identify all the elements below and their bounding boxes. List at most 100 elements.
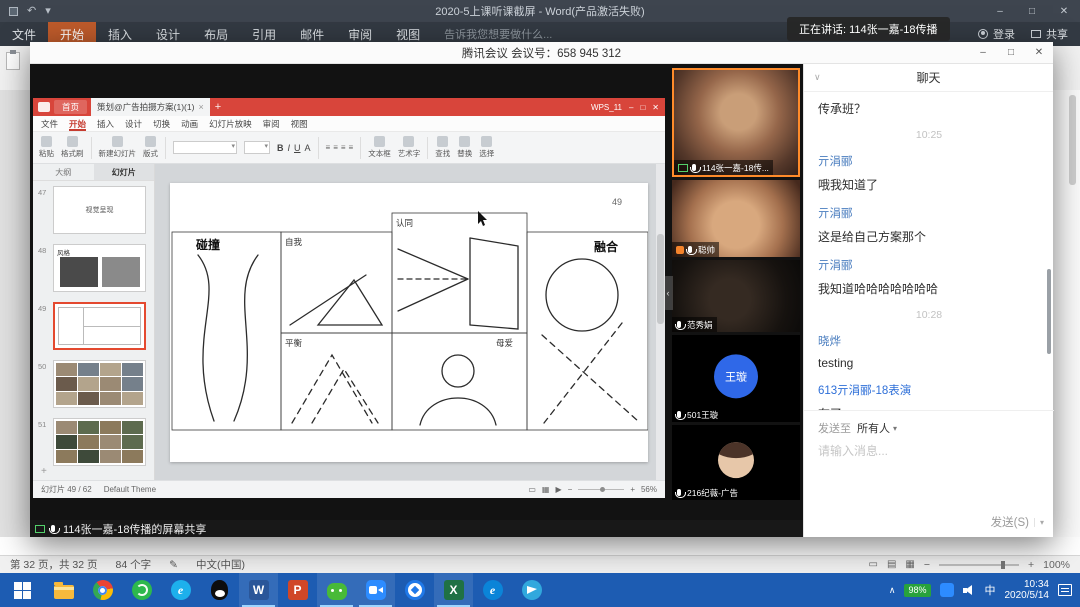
- wps-find-button: 查找: [435, 136, 450, 159]
- select-icon: [481, 136, 492, 147]
- chat-sender: 亓涓郦: [818, 153, 1040, 169]
- taskbar-file-explorer[interactable]: [44, 573, 83, 607]
- slide-thumb-48: 48 风格: [33, 244, 155, 296]
- clipboard-icon: [6, 52, 20, 70]
- meeting-window: 腾讯会议 会议号：658 945 312 – □ ✕ 首页 策划@广告拍摄方案(…: [30, 42, 1053, 537]
- qat-customize-icon[interactable]: ▾: [45, 6, 51, 17]
- chat-sender: 亓涓郦: [818, 205, 1040, 221]
- meeting-maximize-button[interactable]: □: [997, 42, 1025, 63]
- wps-normal-view-icon: ▭: [528, 485, 536, 494]
- participant-video-2[interactable]: 聪帅: [672, 180, 800, 257]
- taskbar-tencent-meeting[interactable]: [356, 573, 395, 607]
- wps-zoom-slider: [578, 489, 624, 490]
- participant-video-1-speaking[interactable]: 114张一嘉-18传...: [672, 68, 800, 177]
- taskbar-360-browser[interactable]: [122, 573, 161, 607]
- undo-icon[interactable]: ↶: [27, 6, 36, 17]
- chat-collapse-button[interactable]: ∨: [814, 64, 821, 91]
- login-button[interactable]: 登录: [978, 26, 1015, 42]
- wps-zoom-out-icon: −: [568, 485, 573, 494]
- word-status-bar: 第 32 页，共 32 页 84 个字 ✎ 中文(中国) ▭ ▤ ▦ − + 1…: [0, 555, 1080, 573]
- battery-indicator[interactable]: 98%: [904, 584, 930, 597]
- language-indicator[interactable]: 中文(中国): [196, 557, 245, 572]
- tray-expand-button[interactable]: ∧: [889, 585, 896, 596]
- wps-format-painter-button: 格式刷: [61, 136, 84, 159]
- share-banner-text: 114张一嘉-18传播的屏幕共享: [63, 521, 206, 537]
- slide-scrollbar: [656, 164, 665, 480]
- wps-menu-transition: 切换: [153, 118, 170, 130]
- mic-icon: [677, 321, 681, 328]
- slide-thumb-50: 50: [33, 360, 155, 412]
- participant-video-4[interactable]: 王璇 501王璇: [672, 335, 800, 422]
- chat-scrollbar[interactable]: [1047, 269, 1051, 354]
- send-button[interactable]: 发送(S)▾: [991, 514, 1044, 530]
- chat-panel: ∨ 聊天 传承班？ 10:25 亓涓郦 哦我知道了 亓涓郦 这是给自己方案那个 …: [803, 64, 1053, 537]
- wps-menu-bar: 文件 开始 插入 设计 切换 动画 幻灯片放映 审阅 视图: [33, 116, 665, 132]
- mic-icon: [677, 489, 681, 496]
- wordart-icon: [403, 136, 414, 147]
- self-sketch: [290, 275, 366, 325]
- chat-message: 我知道哈哈哈哈哈哈哈: [818, 280, 1040, 297]
- paragraph-align-buttons: ≡≡≡≡: [326, 143, 354, 152]
- zoom-in-button[interactable]: +: [1028, 559, 1034, 571]
- chat-timestamp: 10:28: [818, 309, 1040, 321]
- taskbar-powerpoint[interactable]: P: [278, 573, 317, 607]
- save-icon[interactable]: [9, 7, 18, 16]
- word-scrollbar[interactable]: [1069, 95, 1076, 185]
- send-to-dropdown[interactable]: 所有人▾: [857, 420, 897, 436]
- taskbar-edge[interactable]: e: [473, 573, 512, 607]
- tray-meeting-icon[interactable]: [940, 583, 954, 597]
- taskbar-qq[interactable]: [200, 573, 239, 607]
- wps-select-button: 选择: [479, 136, 494, 159]
- ime-indicator[interactable]: 中: [985, 582, 996, 598]
- clock[interactable]: 10:34 2020/5/14: [1005, 579, 1050, 601]
- participant-video-5[interactable]: 216纪薇-广告: [672, 425, 800, 500]
- share-button[interactable]: 共享: [1031, 26, 1068, 42]
- participant-name: 216纪薇-广告: [687, 487, 738, 499]
- 360-browser-icon: [132, 580, 152, 600]
- taskbar-excel[interactable]: X: [434, 573, 473, 607]
- volume-icon[interactable]: [963, 585, 976, 596]
- word-close-button[interactable]: ✕: [1048, 0, 1080, 22]
- screen-share-stage[interactable]: 首页 策划@广告拍摄方案(1)(1)× + WPS_11 – □ ✕ 文件 开始…: [30, 64, 803, 520]
- meeting-minimize-button[interactable]: –: [969, 42, 997, 63]
- web-layout-button[interactable]: ▦: [905, 559, 914, 570]
- slide-thumb-49-selected: 49: [33, 302, 155, 354]
- find-icon: [437, 136, 448, 147]
- taskbar-word[interactable]: W: [239, 573, 278, 607]
- action-center-icon[interactable]: [1058, 584, 1072, 596]
- chat-input[interactable]: [818, 444, 1032, 458]
- zoom-slider-thumb[interactable]: [1001, 561, 1005, 569]
- taskbar-ie[interactable]: e: [161, 573, 200, 607]
- chat-messages: 传承班？ 10:25 亓涓郦 哦我知道了 亓涓郦 这是给自己方案那个 亓涓郦 我…: [804, 92, 1054, 410]
- taskbar-wechat[interactable]: [317, 573, 356, 607]
- taskbar: e W P X e ∧ 98% 中 10:34 2020/5/14: [0, 573, 1080, 607]
- date: 2020/5/14: [1005, 590, 1050, 601]
- participant-video-3[interactable]: 范秀娟: [672, 260, 800, 332]
- collapse-videos-button[interactable]: ‹: [663, 276, 673, 310]
- wps-play-icon: ▶: [555, 485, 561, 494]
- slide-thumb-47: 47 视觉呈现: [33, 186, 155, 238]
- word-minimize-button[interactable]: –: [984, 0, 1016, 22]
- page-indicator[interactable]: 第 32 页，共 32 页: [10, 557, 98, 572]
- zoom-out-button[interactable]: −: [924, 559, 930, 571]
- chat-message: 传承班？: [818, 100, 1040, 117]
- font-name-select: [173, 141, 237, 154]
- slide-number: 49: [612, 197, 622, 207]
- proofing-icon[interactable]: ✎: [169, 559, 178, 571]
- mic-icon: [51, 525, 55, 532]
- zoom-level[interactable]: 100%: [1043, 559, 1070, 571]
- read-mode-button[interactable]: ▭: [869, 559, 878, 570]
- taskbar-chrome[interactable]: [83, 573, 122, 607]
- meeting-titlebar[interactable]: 腾讯会议 会议号：658 945 312 – □ ✕: [30, 42, 1053, 64]
- word-restore-button[interactable]: □: [1016, 0, 1048, 22]
- print-layout-button[interactable]: ▤: [887, 559, 896, 570]
- word-count[interactable]: 84 个字: [116, 557, 152, 572]
- taskbar-telegram[interactable]: [512, 573, 551, 607]
- taskbar-qq-browser[interactable]: [395, 573, 434, 607]
- meeting-close-button[interactable]: ✕: [1025, 42, 1053, 63]
- chat-message: 这是给自己方案那个: [818, 228, 1040, 245]
- wps-menu-home: 开始: [69, 116, 86, 131]
- start-button[interactable]: [0, 573, 44, 607]
- meeting-title: 腾讯会议 会议号：658 945 312: [30, 45, 1053, 61]
- zoom-slider[interactable]: [939, 564, 1019, 566]
